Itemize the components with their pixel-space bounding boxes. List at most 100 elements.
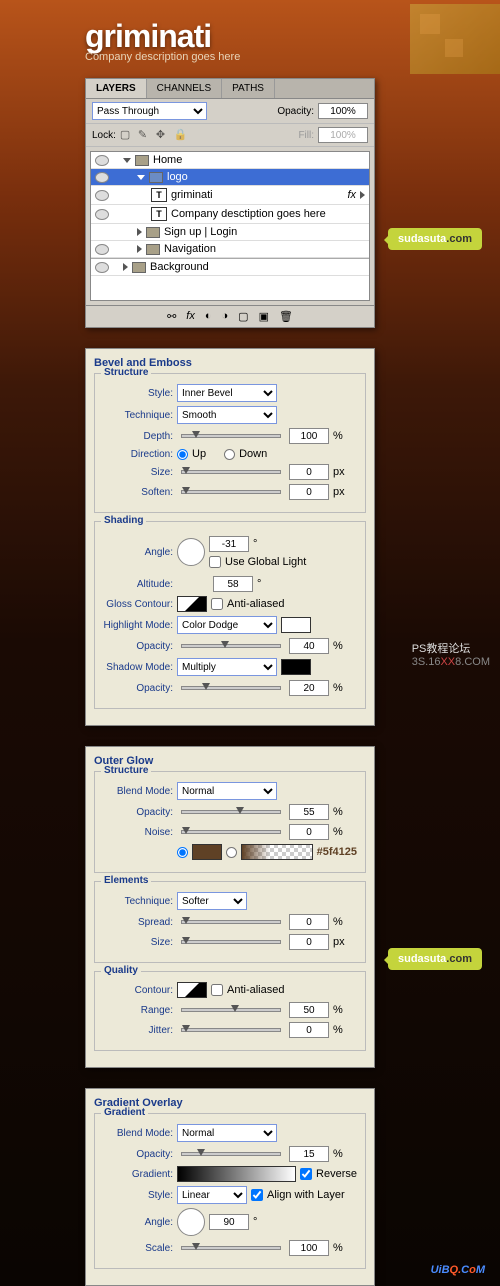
glow-color[interactable] [192,844,222,860]
highlight-select[interactable]: Color Dodge [177,616,277,634]
range-input[interactable] [289,1002,329,1018]
expand-icon[interactable] [123,263,128,271]
shadow-select[interactable]: Multiply [177,658,277,676]
text-layer-icon: T [151,207,167,221]
new-folder-icon[interactable]: ▢ [238,310,248,323]
visibility-icon[interactable] [95,190,109,201]
spread-slider[interactable] [181,920,281,924]
gradient-picker[interactable] [177,1166,296,1182]
spread-input[interactable] [289,914,329,930]
range-slider[interactable] [181,1008,281,1012]
style-select[interactable]: Linear [177,1186,247,1204]
visibility-icon[interactable] [95,155,109,166]
expand-icon[interactable] [137,175,145,180]
contour-picker[interactable] [177,982,207,998]
angle-dial[interactable] [177,1208,205,1236]
adjustment-icon[interactable]: ◑ [222,310,229,323]
fx-expand-icon[interactable] [360,191,365,199]
layer-name: logo [167,171,188,183]
size-input[interactable] [289,934,329,950]
global-light-checkbox[interactable] [209,556,221,568]
technique-select[interactable]: Softer [177,892,247,910]
blend-mode-select[interactable]: Pass Through [92,102,207,120]
size-slider[interactable] [181,470,281,474]
opacity-input[interactable] [289,804,329,820]
expand-icon[interactable] [123,158,131,163]
jitter-input[interactable] [289,1022,329,1038]
visibility-icon[interactable] [95,244,109,255]
list-item[interactable]: Navigation [91,241,369,258]
angle-dial[interactable] [177,538,205,566]
technique-select[interactable]: Smooth [177,406,277,424]
gradient-picker[interactable] [241,844,313,860]
align-checkbox[interactable] [251,1189,263,1201]
lock-all-icon[interactable]: 🔒 [174,128,188,142]
opacity-slider[interactable] [181,1152,281,1156]
hl-opacity-slider[interactable] [181,644,281,648]
list-item[interactable]: Sign up | Login [91,224,369,241]
folder-icon [132,262,146,273]
color-radio[interactable] [177,847,188,858]
contour-picker[interactable] [177,596,207,612]
shadow-color[interactable] [281,659,311,675]
spread-label: Spread: [103,917,173,928]
glow-dialog: Outer Glow Structure Blend Mode:Normal O… [85,746,375,1068]
size-input[interactable] [289,464,329,480]
depth-input[interactable] [289,428,329,444]
scale-slider[interactable] [181,1246,281,1250]
fx-icon[interactable]: fx [186,310,195,323]
depth-slider[interactable] [181,434,281,438]
soften-slider[interactable] [181,490,281,494]
hl-opacity-input[interactable] [289,638,329,654]
noise-slider[interactable] [181,830,281,834]
list-item[interactable]: Home [91,152,369,169]
new-layer-icon[interactable]: ▣ [259,310,269,323]
tab-layers[interactable]: LAYERS [86,79,147,98]
blend-select[interactable]: Normal [177,1124,277,1142]
antialiased-checkbox[interactable] [211,984,223,996]
visibility-icon[interactable] [95,262,109,273]
altitude-input[interactable] [213,576,253,592]
tab-channels[interactable]: CHANNELS [147,79,222,98]
reverse-checkbox[interactable] [300,1168,312,1180]
fill-input[interactable] [318,127,368,143]
angle-input[interactable] [209,536,249,552]
quality-group: Quality Contour:Anti-aliased Range:% Jit… [94,971,366,1051]
angle-label: Angle: [103,547,173,558]
expand-icon[interactable] [137,228,142,236]
jitter-slider[interactable] [181,1028,281,1032]
lock-paint-icon[interactable]: ✎ [138,128,152,142]
list-item[interactable]: Background [91,258,369,276]
antialiased-checkbox[interactable] [211,598,223,610]
expand-icon[interactable] [137,245,142,253]
sh-opacity-slider[interactable] [181,686,281,690]
soften-input[interactable] [289,484,329,500]
opacity-slider[interactable] [181,810,281,814]
link-icon[interactable]: ⚯ [167,310,176,323]
list-item[interactable]: TCompany desctiption goes here [91,205,369,224]
visibility-icon[interactable] [95,172,109,183]
lock-trans-icon[interactable]: ▢ [120,128,134,142]
size-slider[interactable] [181,940,281,944]
list-item[interactable]: logo [91,169,369,186]
blend-row: Pass Through Opacity: [86,99,374,124]
scale-input[interactable] [289,1240,329,1256]
list-item[interactable]: Tgriminatifx [91,186,369,205]
lock-move-icon[interactable]: ✥ [156,128,170,142]
blend-select[interactable]: Normal [177,782,277,800]
noise-input[interactable] [289,824,329,840]
sh-opacity-input[interactable] [289,680,329,696]
highlight-color[interactable] [281,617,311,633]
gradient-radio[interactable] [226,847,237,858]
angle-input[interactable] [209,1214,249,1230]
up-radio[interactable] [177,449,188,460]
style-select[interactable]: Inner Bevel [177,384,277,402]
tab-paths[interactable]: PATHS [222,79,275,98]
trash-icon[interactable]: 🗑 [279,310,293,323]
fx-badge[interactable]: fx [347,189,356,201]
mask-icon[interactable]: ◐ [205,310,212,323]
visibility-icon[interactable] [95,209,109,220]
opacity-input[interactable] [318,103,368,119]
opacity-input[interactable] [289,1146,329,1162]
down-radio[interactable] [224,449,235,460]
